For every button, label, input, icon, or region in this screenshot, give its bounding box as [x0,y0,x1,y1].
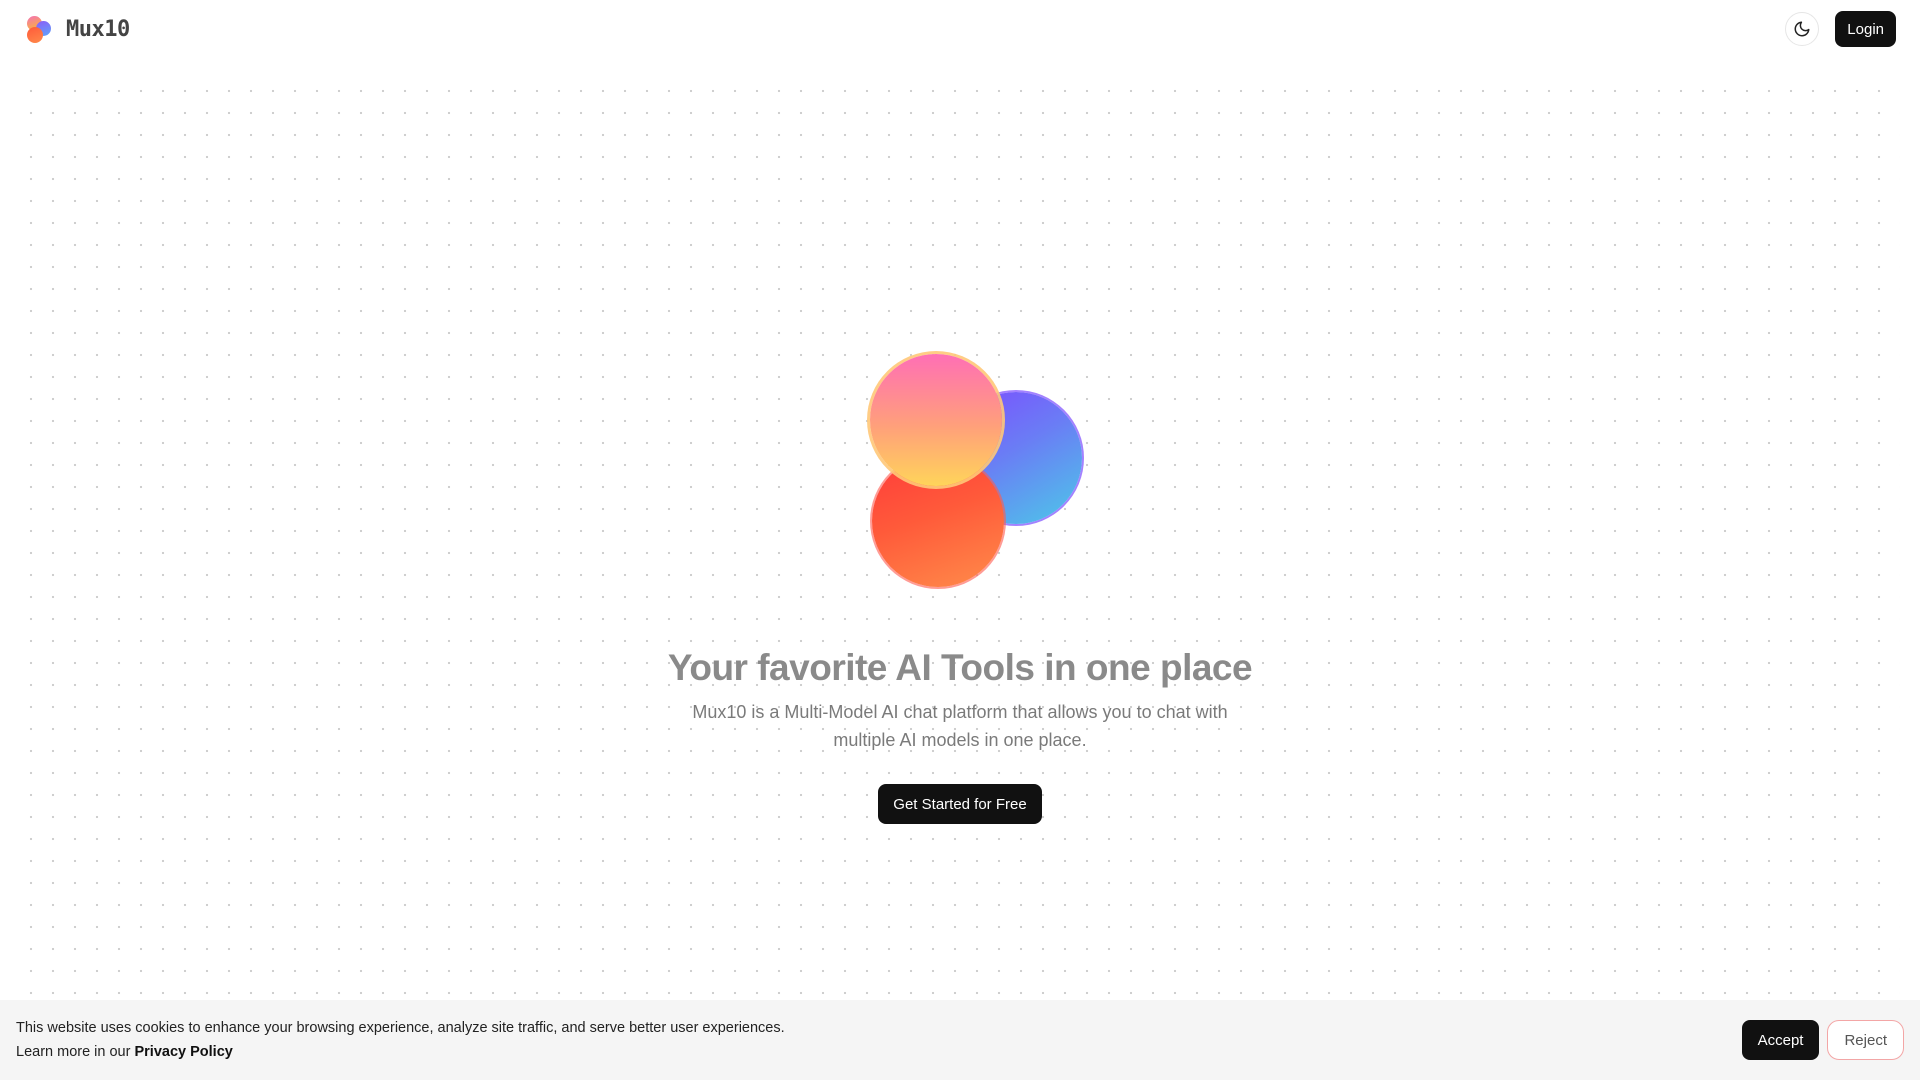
hero-dotted-background [20,80,1900,1000]
brand[interactable]: Mux10 [24,13,130,45]
moon-icon [1794,21,1810,37]
get-started-button[interactable]: Get Started for Free [878,784,1042,824]
learn-more-prefix: Learn more in our [16,1044,131,1060]
site-header: Mux10 Login [0,0,1920,58]
login-button[interactable]: Login [1835,11,1896,47]
hero-text: Your favorite AI Tools in one place Mux1… [560,642,1360,754]
privacy-policy-link[interactable]: Privacy Policy [134,1044,232,1060]
reject-cookies-button[interactable]: Reject [1827,1020,1904,1060]
header-actions: Login [1785,11,1896,47]
accept-cookies-button[interactable]: Accept [1741,1020,1820,1060]
cookie-message: This website uses cookies to enhance you… [16,1016,785,1064]
hero-title: Your favorite AI Tools in one place [667,647,1253,688]
cookie-banner: This website uses cookies to enhance you… [0,1000,1920,1080]
mux10-logo-icon [24,13,56,45]
cookie-message-line: This website uses cookies to enhance you… [16,1020,785,1036]
theme-toggle-button[interactable] [1785,12,1820,46]
cookie-actions: Accept Reject [1741,1020,1904,1060]
cookie-learn-more: Learn more in our Privacy Policy [16,1040,785,1064]
brand-name: Mux10 [66,16,130,42]
hero-subtitle: Mux10 is a Multi-Model AI chat platform … [692,702,1228,750]
